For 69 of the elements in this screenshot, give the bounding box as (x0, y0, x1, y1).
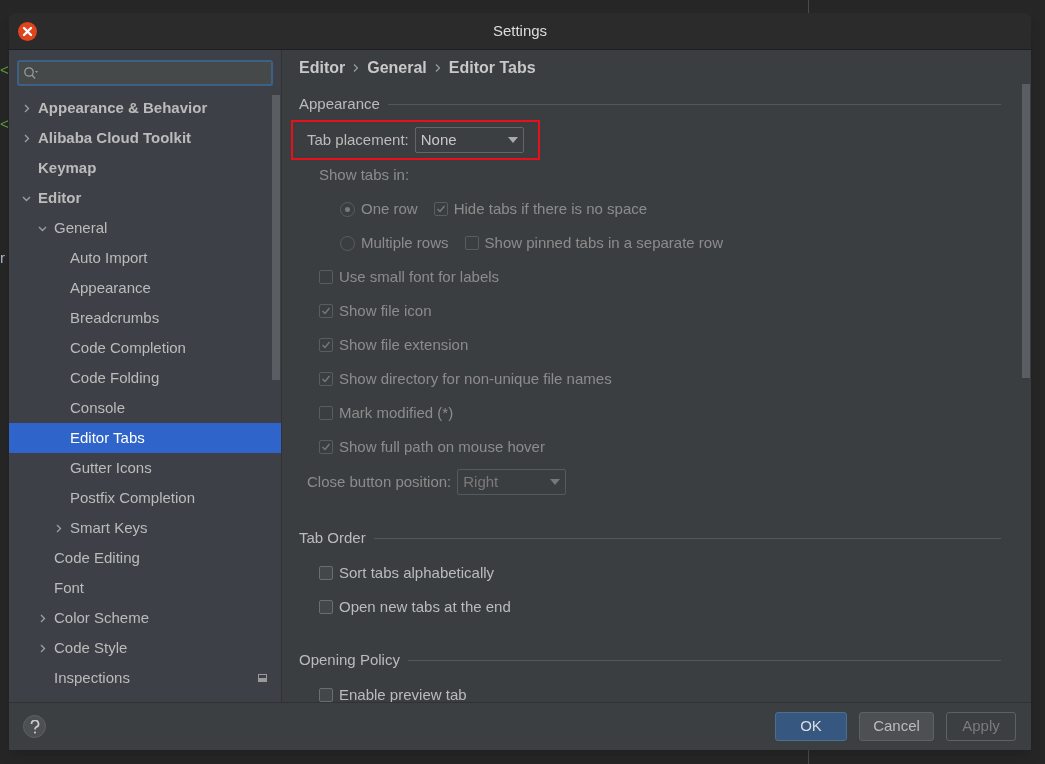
tree-item[interactable]: Appearance & Behavior (9, 93, 281, 123)
breadcrumb[interactable]: General (367, 56, 427, 80)
group-label: Show tabs in: (319, 164, 410, 185)
section-title: Opening Policy (299, 649, 400, 670)
checkbox-label: Hide tabs if there is no space (453, 198, 648, 219)
checkbox-label: Enable preview tab (339, 684, 467, 702)
section-title: Appearance (299, 93, 380, 114)
dropdown[interactable]: None (414, 127, 524, 153)
chevron-right-icon[interactable] (22, 133, 31, 143)
tree-item[interactable]: Code Style (9, 633, 281, 663)
chevron-right-icon[interactable] (54, 523, 63, 533)
tree-item[interactable]: Smart Keys (9, 513, 281, 543)
checkbox[interactable] (319, 566, 333, 580)
code-text: r (0, 248, 5, 268)
chevron-right-icon[interactable] (22, 103, 31, 113)
breadcrumb[interactable]: Editor Tabs (448, 56, 536, 80)
caret-icon (507, 137, 518, 143)
search-icon (23, 66, 39, 80)
tree-item[interactable]: Console (9, 393, 281, 423)
checkbox-label: Open new tabs at the end (339, 596, 511, 617)
tree-item[interactable]: General (9, 213, 281, 243)
checkbox[interactable] (319, 600, 333, 614)
tree-item[interactable]: Color Scheme (9, 603, 281, 633)
checkbox-label: Show file extension (339, 334, 469, 355)
tree-item[interactable]: Auto Import (9, 243, 281, 273)
tree-item[interactable]: Postfix Completion (9, 483, 281, 513)
breadcrumb[interactable]: Editor (299, 56, 346, 80)
checkbox-label: Sort tabs alphabetically (339, 562, 495, 583)
tree-item[interactable]: Font (9, 573, 281, 603)
checkbox-label: Mark modified (*) (339, 402, 454, 423)
checkbox[interactable] (319, 688, 333, 702)
radio-label: One row (361, 198, 418, 219)
field-label: Close button position: (307, 471, 452, 492)
code-text: < (0, 60, 9, 80)
tree-item[interactable]: Editor (9, 183, 281, 213)
chevron-right-icon[interactable] (38, 643, 47, 653)
help-button[interactable] (23, 715, 46, 738)
close-icon[interactable] (18, 22, 37, 41)
chevron-right-icon[interactable] (38, 613, 47, 623)
separator-icon (353, 63, 360, 73)
tree-item[interactable]: Code Folding (9, 363, 281, 393)
help-icon (29, 719, 40, 734)
window-title: Settings (492, 20, 548, 41)
tree-item[interactable]: Appearance (9, 273, 281, 303)
tree-item[interactable]: Alibaba Cloud Toolkit (9, 123, 281, 153)
scrollbar[interactable] (272, 95, 280, 380)
tree-item[interactable]: Breadcrumbs (9, 303, 281, 333)
checkbox-label: Use small font for labels (339, 266, 500, 287)
code-text: < (0, 114, 9, 134)
ok-button[interactable]: OK (775, 712, 847, 741)
dropdown: Right (457, 469, 567, 495)
separator-icon (434, 63, 441, 73)
tree-item[interactable]: Gutter Icons (9, 453, 281, 483)
tree-item[interactable]: Inspections (9, 663, 281, 693)
field-label: Tab placement: (307, 129, 409, 150)
caret-icon (550, 479, 561, 485)
tree-item[interactable]: Code Completion (9, 333, 281, 363)
checkbox-label: Show full path on mouse hover (339, 436, 545, 457)
radio-label: Multiple rows (361, 232, 449, 253)
checkbox-label: Show file icon (339, 300, 432, 321)
tree-item[interactable]: Editor Tabs (9, 423, 281, 453)
scrollbar[interactable] (1022, 84, 1030, 378)
cancel-button[interactable]: Cancel (859, 712, 934, 741)
tree-item[interactable]: Code Editing (9, 543, 281, 573)
section-title: Tab Order (299, 527, 366, 548)
checkbox-label: Show directory for non-unique file names (339, 368, 612, 389)
checkbox-label: Show pinned tabs in a separate row (484, 232, 723, 253)
search-field[interactable] (17, 60, 273, 86)
tree-item[interactable]: Keymap (9, 153, 281, 183)
